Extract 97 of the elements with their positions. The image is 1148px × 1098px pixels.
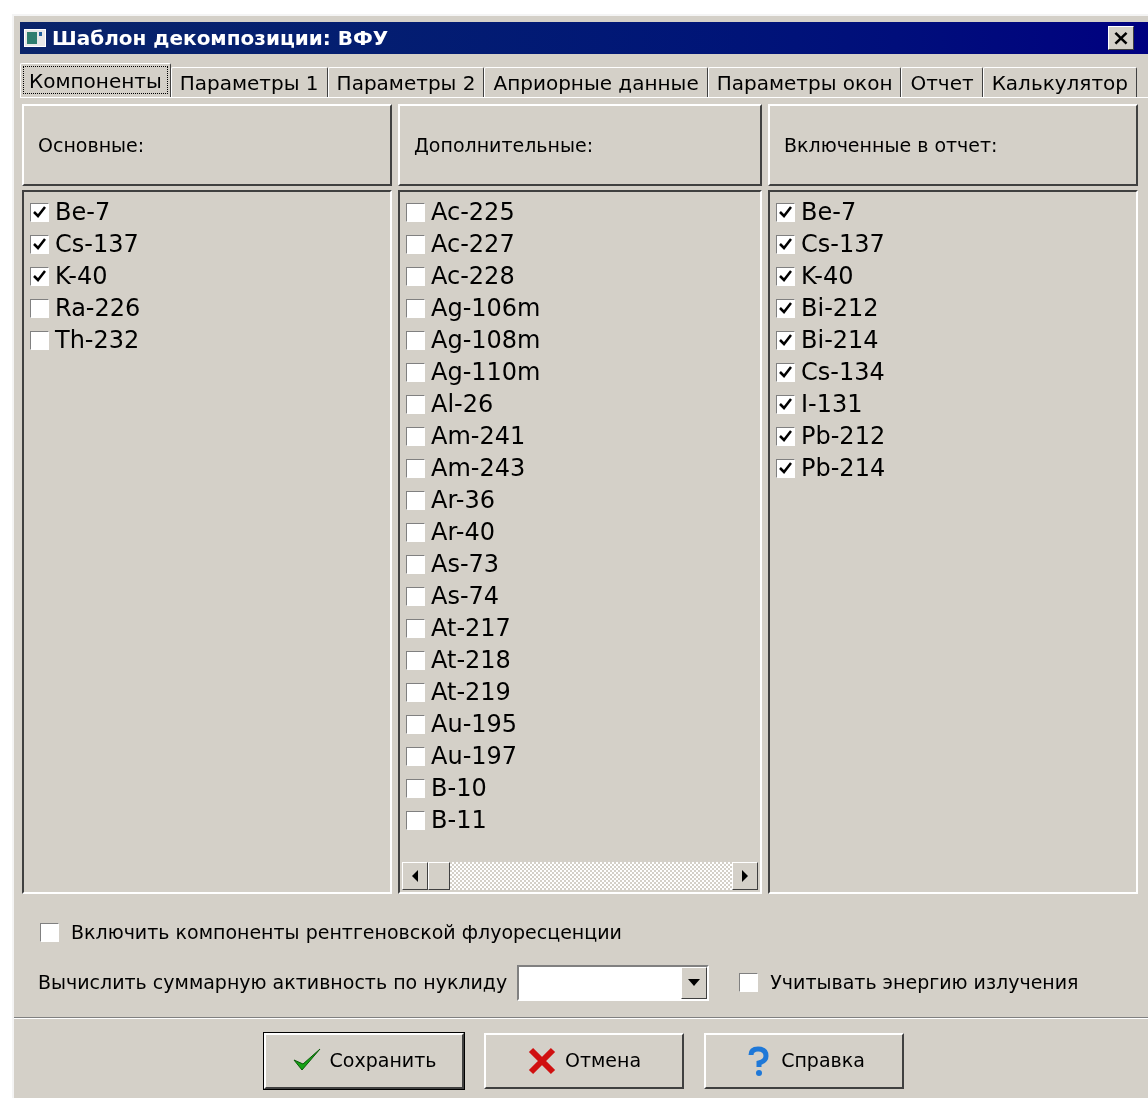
checkbox[interactable]: [776, 202, 795, 222]
nuclide-label: Au-197: [431, 741, 518, 772]
nuclide-label: Ac-228: [431, 261, 515, 292]
checkbox[interactable]: [40, 922, 59, 942]
nuclide-label: Au-195: [431, 709, 518, 740]
nuclide-label: Ag-108m: [431, 325, 541, 356]
close-button[interactable]: ×: [1108, 26, 1134, 50]
tab[interactable]: Калькулятор: [982, 67, 1137, 97]
checkbox[interactable]: [30, 234, 49, 254]
checkbox[interactable]: [776, 330, 795, 350]
nuclide-label: At-217: [431, 613, 511, 644]
checkbox[interactable]: [406, 746, 425, 766]
nuclide-label: Al-26: [431, 389, 494, 420]
nuclide-label: K-40: [801, 261, 854, 292]
checkbox[interactable]: [776, 458, 795, 478]
checkbox[interactable]: [406, 778, 425, 798]
left-arrow-icon: [411, 870, 419, 882]
column-header[interactable]: Дополнительные:: [398, 104, 762, 186]
checkbox[interactable]: [406, 490, 425, 510]
tab[interactable]: Параметры 1: [170, 67, 328, 97]
checkbox[interactable]: [30, 202, 49, 222]
nuclide-label: As-74: [431, 581, 500, 612]
nuclide-label: Ra-226: [55, 293, 141, 324]
nuclide-label: Bi-212: [801, 293, 879, 324]
nuclide-label: Ag-110m: [431, 357, 541, 388]
combo-label: Вычислить суммарную активность по нуклиду: [38, 970, 508, 996]
checkbox[interactable]: [776, 394, 795, 414]
checkbox[interactable]: [406, 522, 425, 542]
nuclide-label: Pb-214: [801, 453, 886, 484]
scroll-left-button[interactable]: [402, 862, 428, 890]
checkbox[interactable]: [406, 234, 425, 254]
nuclide-label: As-73: [431, 549, 500, 580]
nuclide-label: Th-232: [55, 325, 140, 356]
checkbox[interactable]: [406, 330, 425, 350]
checkbox[interactable]: [406, 362, 425, 382]
scroll-thumb[interactable]: [428, 862, 450, 890]
nuclide-label: B-10: [431, 773, 487, 804]
window-app-icon: [24, 29, 46, 47]
cross-icon: [526, 1045, 557, 1076]
nuclide-label: Ac-225: [431, 197, 515, 228]
checkbox[interactable]: [406, 810, 425, 830]
nuclide-label: B-11: [431, 805, 487, 836]
window-title: Шаблон декомпозиции: ВФУ: [52, 25, 390, 52]
nuclide-label: Bi-214: [801, 325, 879, 356]
help-button[interactable]: Справка: [704, 1032, 904, 1089]
nuclide-label: Cs-137: [55, 229, 139, 260]
checkbox[interactable]: [406, 682, 425, 702]
checkbox[interactable]: [776, 266, 795, 286]
nuclide-label: Ac-227: [431, 229, 515, 260]
checkbox[interactable]: [406, 394, 425, 414]
tab[interactable]: Параметры окон: [707, 67, 902, 97]
nuclide-label: Ar-40: [431, 517, 495, 548]
checkbox[interactable]: [30, 298, 49, 318]
column-header[interactable]: Основные:: [22, 104, 392, 186]
checkbox[interactable]: [776, 298, 795, 318]
nuclide-label: Cs-137: [801, 229, 885, 260]
tab[interactable]: Отчет: [901, 67, 983, 97]
nuclide-label: Am-241: [431, 421, 526, 452]
column-header[interactable]: Включенные в отчет:: [768, 104, 1138, 186]
nuclide-dropdown[interactable]: [517, 964, 710, 1001]
checkbox[interactable]: [406, 458, 425, 478]
nuclide-label: At-219: [431, 677, 511, 708]
checkbox[interactable]: [406, 618, 425, 638]
checkbox[interactable]: [406, 586, 425, 606]
checkbox-label: Учитывать энергию излучения: [770, 970, 1079, 996]
checkbox[interactable]: [776, 426, 795, 446]
checkbox[interactable]: [406, 650, 425, 670]
checkbox[interactable]: [406, 202, 425, 222]
nuclide-label: Pb-212: [801, 421, 886, 452]
checkbox[interactable]: [30, 266, 49, 286]
horizontal-scrollbar[interactable]: [402, 862, 758, 890]
checkbox-label: Включить компоненты рентгеновской флуоресценции: [71, 920, 622, 945]
scroll-right-button[interactable]: [732, 862, 758, 890]
nuclide-label: Am-243: [431, 453, 526, 484]
nuclide-label: Cs-134: [801, 357, 885, 388]
cancel-button[interactable]: Отмена: [484, 1032, 684, 1089]
tab[interactable]: Параметры 2: [327, 67, 485, 97]
nuclide-label: Be-7: [801, 197, 857, 228]
checkbox[interactable]: [406, 554, 425, 574]
checkbox[interactable]: [739, 973, 759, 992]
checkbox[interactable]: [406, 714, 425, 734]
nuclide-label: K-40: [55, 261, 108, 292]
tab[interactable]: Компоненты: [20, 63, 171, 97]
save-button[interactable]: Сохранить: [264, 1032, 464, 1089]
nuclide-label: Be-7: [55, 197, 111, 228]
checkbox[interactable]: [776, 234, 795, 254]
nuclide-label: At-218: [431, 645, 511, 676]
right-arrow-icon: [741, 870, 749, 882]
checkbox[interactable]: [30, 330, 49, 350]
nuclide-label: Ag-106m: [431, 293, 541, 324]
nuclide-label: I-131: [801, 389, 863, 420]
nuclide-label: Ar-36: [431, 485, 495, 516]
checkbox[interactable]: [406, 266, 425, 286]
checkbox[interactable]: [406, 298, 425, 318]
tab[interactable]: Априорные данные: [484, 67, 708, 97]
checkbox[interactable]: [406, 426, 425, 446]
checkbox[interactable]: [776, 362, 795, 382]
